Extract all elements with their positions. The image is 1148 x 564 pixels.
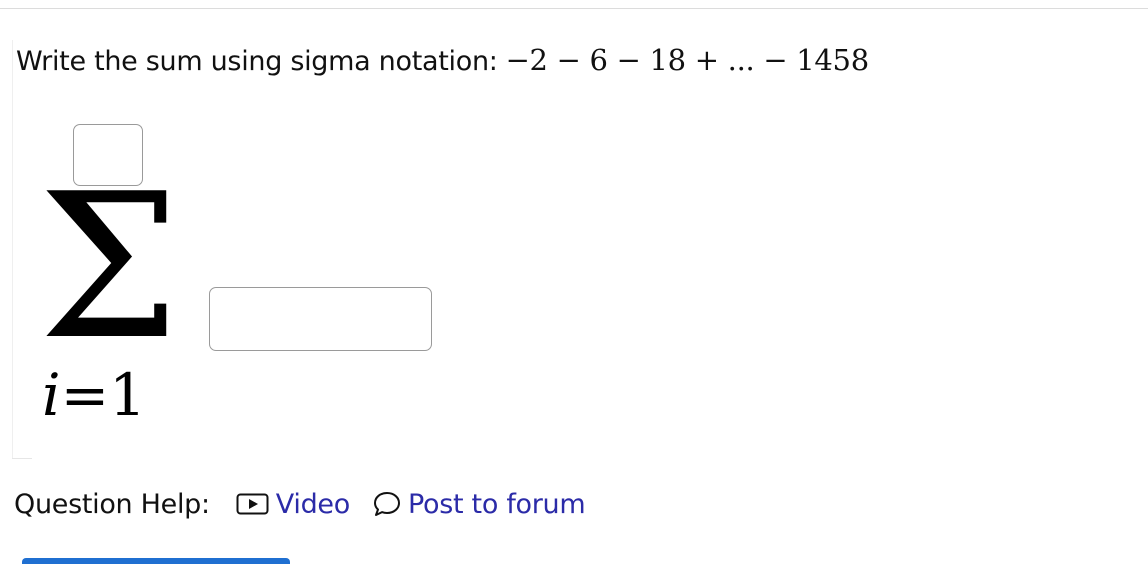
summand-input[interactable]	[209, 287, 432, 351]
question-left-border-foot	[12, 458, 32, 459]
video-link-label: Video	[275, 488, 350, 520]
question-left-border	[12, 40, 13, 458]
play-video-icon	[236, 491, 270, 517]
lower-limit-value: 1	[109, 361, 147, 429]
submit-button[interactable]	[22, 558, 290, 564]
video-link[interactable]: Video	[236, 489, 350, 520]
question-help: Question Help: Video Post to forum	[14, 484, 607, 524]
equals-sign: =	[60, 361, 110, 429]
question-text: Write the sum using sigma notation: −2 − …	[16, 40, 869, 82]
post-to-forum-link[interactable]: Post to forum	[372, 488, 586, 520]
sigma-symbol: Σ	[38, 151, 180, 384]
index-variable: i	[42, 361, 61, 429]
question-help-label: Question Help:	[14, 488, 210, 520]
speech-bubble-icon	[372, 490, 402, 518]
lower-limit: i=1	[42, 363, 146, 427]
top-divider	[0, 8, 1148, 9]
series-expression: −2 − 6 − 18 + ... − 1458	[505, 43, 870, 77]
post-to-forum-label: Post to forum	[407, 488, 586, 520]
question-prompt: Write the sum using sigma notation:	[16, 46, 498, 77]
